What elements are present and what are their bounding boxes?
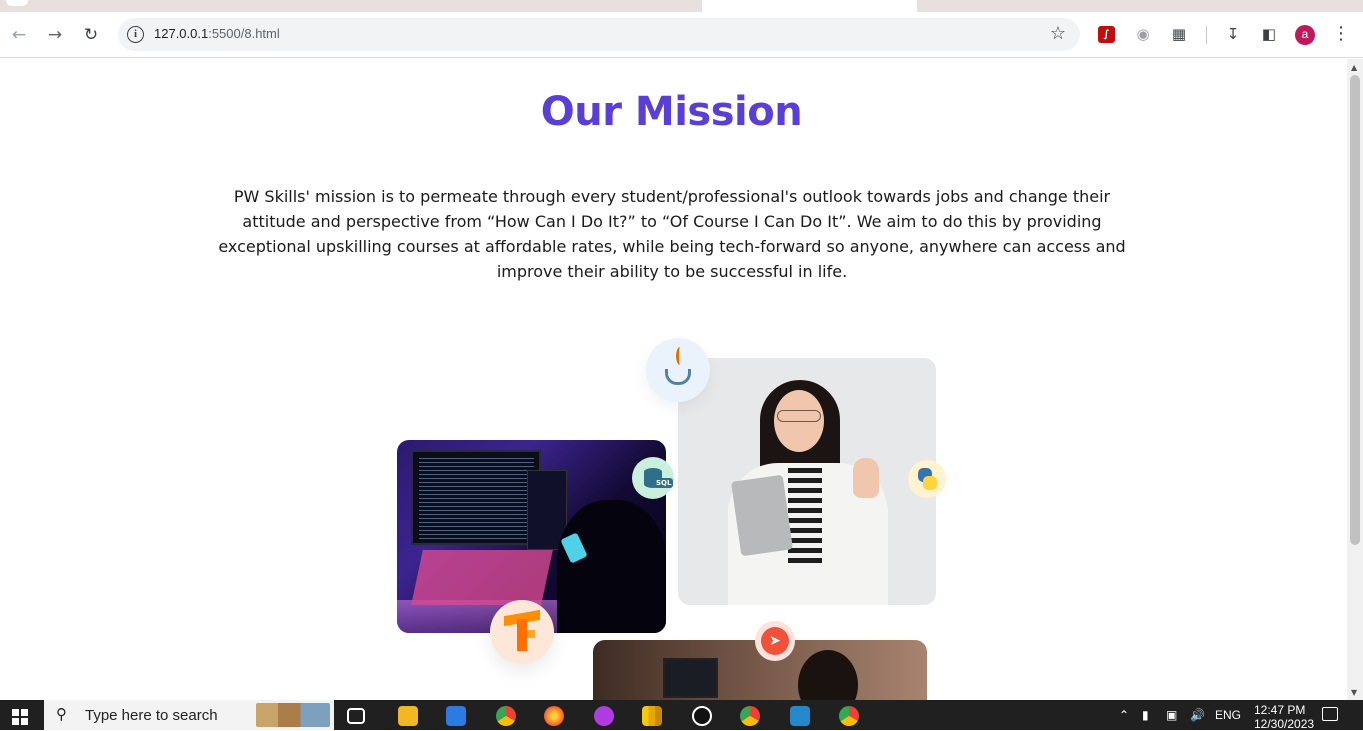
sql-label: SQL [654,478,674,488]
menu-kebab-icon[interactable]: ⋮ [1330,23,1352,45]
chrome-icon[interactable] [496,706,516,726]
site-info-icon[interactable]: i [127,26,144,43]
person-head-shape [798,650,858,700]
download-icon[interactable]: ↧ [1222,23,1244,45]
monitor-shape [411,450,541,545]
search-placeholder: Type here to search [85,707,218,724]
obs-record-icon[interactable] [692,706,712,726]
task-view-icon[interactable] [347,708,365,724]
scroll-thumb[interactable] [1350,75,1360,545]
professional-woman-image [678,358,936,605]
search-icon: ⚲ [56,705,67,723]
url-text[interactable]: 127.0.0.1:5500/8.html [154,26,280,41]
tab-active[interactable] [702,0,917,12]
tf-arm [527,630,535,638]
notification-center-icon[interactable] [1322,707,1338,721]
chrome-profile-icon[interactable] [740,706,760,726]
camera-extension-icon[interactable]: ◉ [1132,23,1154,45]
swift-bird-icon: ➤ [761,627,789,655]
chrome-active-icon[interactable] [839,706,859,726]
page-title: Our Mission [540,89,803,135]
java-icon [646,338,710,402]
file-explorer-icon[interactable] [398,706,418,726]
waving-hand-shape [853,458,879,498]
microsoft-store-icon[interactable] [446,706,466,726]
striped-shirt-shape [788,468,822,568]
java-cup-shape [665,347,691,385]
language-indicator[interactable]: ENG [1215,708,1241,722]
sql-icon: SQL [632,457,674,499]
url-host: 127.0.0.1 [154,26,209,41]
tensorflow-logo [504,609,540,651]
side-panel-icon[interactable]: ◧ [1258,23,1280,45]
java-steam-shape [676,347,684,365]
laptop-shape [411,550,553,605]
tab-strip [0,0,1363,12]
page-scrollbar[interactable]: ▲ ▼ [1347,59,1363,700]
taskbar-search[interactable]: ⚲ Type here to search [44,700,334,730]
python-icon [908,460,946,498]
vscode-icon[interactable] [790,706,810,726]
tab-corner [6,0,28,6]
wps-icon[interactable] [594,706,614,726]
profile-avatar[interactable]: a [1295,25,1315,45]
tensorflow-icon [490,600,554,664]
toolbar-separator [1206,26,1207,44]
mission-paragraph: PW Skills' mission is to permeate throug… [218,187,1126,281]
database-shape: SQL [644,468,674,488]
extensions-puzzle-icon[interactable]: ▦ [1168,23,1190,45]
scroll-down-arrow-icon[interactable]: ▼ [1351,688,1357,697]
laptop-held-shape [731,474,793,557]
python-yellow-shape [923,476,937,490]
tray-expand-icon[interactable]: ⌃ [1119,708,1129,722]
swift-icon: ➤ [755,621,795,661]
bookmark-star-icon[interactable]: ☆ [1050,23,1066,44]
battery-icon[interactable]: ▮ [1142,708,1149,722]
clock-time: 12:47 PM [1254,703,1306,717]
clock-date: 12/30/2023 [1254,717,1315,731]
network-icon[interactable]: ▣ [1166,708,1177,722]
search-highlight-image [256,703,330,727]
tab-inactive-right[interactable] [917,0,1363,12]
scroll-up-arrow-icon[interactable]: ▲ [1351,63,1357,72]
pdf-extension-icon[interactable]: ∫ [1098,26,1115,43]
reload-icon[interactable]: ↻ [80,24,102,46]
windows-start-icon[interactable] [12,709,28,725]
glasses-shape [777,410,821,422]
tf-stem [517,619,527,651]
browser-toolbar: ← → ↻ i 127.0.0.1:5500/8.html ☆ ∫ ◉ ▦ ↧ … [0,12,1363,58]
tab-inactive-left[interactable] [0,0,702,12]
volume-icon[interactable]: 🔊 [1190,708,1205,722]
laptop-screen-shape [663,658,718,698]
code-lines [419,458,534,540]
firefox-icon[interactable] [544,706,564,726]
windows-taskbar: ⚲ Type here to search ⌃ ▮ ▣ 🔊 ENG 12:47 … [0,700,1363,731]
url-path: :5500/8.html [208,26,280,41]
forward-icon[interactable]: → [44,24,66,46]
address-bar[interactable]: i 127.0.0.1:5500/8.html ☆ [118,18,1080,51]
system-clock[interactable]: 12:47 PM 12/30/2023 [1254,703,1314,731]
page-viewport: Our Mission PW Skills' mission is to per… [0,59,1347,700]
power-bi-icon[interactable] [642,706,662,726]
back-icon[interactable]: ← [8,24,30,46]
person-silhouette [557,500,666,633]
